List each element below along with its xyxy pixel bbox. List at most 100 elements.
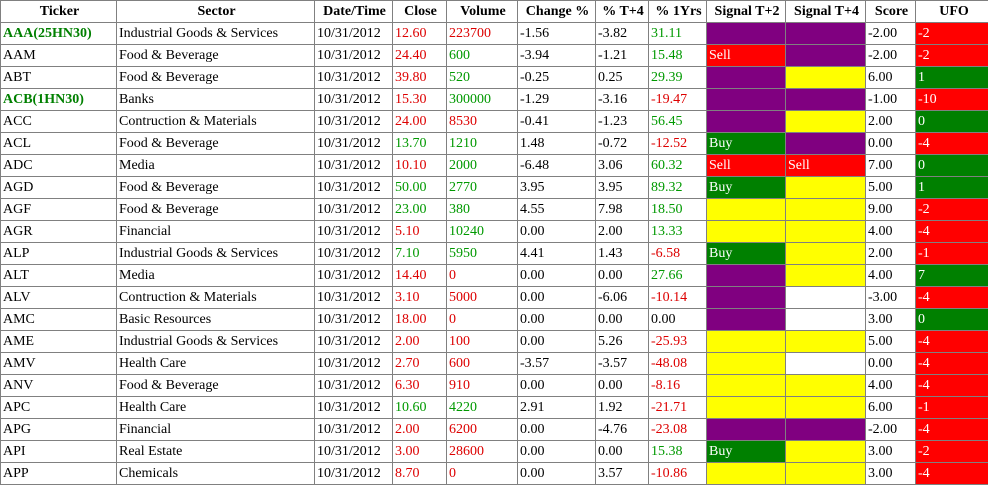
- cell-signal-t2: [706, 88, 786, 111]
- cell-change-pct: 0.00: [517, 220, 596, 243]
- cell-ticker[interactable]: ALT: [0, 264, 117, 287]
- cell-ticker[interactable]: ALP: [0, 242, 117, 265]
- cell-pct-t4: 3.06: [595, 154, 649, 177]
- cell-date-time: 10/31/2012: [314, 88, 393, 111]
- cell-pct-1yrs: 15.38: [648, 440, 707, 463]
- cell-change-pct: -3.94: [517, 44, 596, 67]
- header-pct-1yrs[interactable]: % 1Yrs: [648, 0, 707, 23]
- cell-sector: Financial: [116, 220, 315, 243]
- header-change-pct[interactable]: Change %: [517, 0, 596, 23]
- cell-ufo: -2: [915, 22, 988, 45]
- cell-volume: 10240: [446, 220, 518, 243]
- cell-ufo: -4: [915, 374, 988, 397]
- cell-close: 10.10: [392, 154, 447, 177]
- cell-ufo: -10: [915, 88, 988, 111]
- cell-ticker[interactable]: ABT: [0, 66, 117, 89]
- cell-pct-t4: 1.92: [595, 396, 649, 419]
- table-body: AAA(25HN30) Industrial Goods & Services 10…: [0, 22, 988, 485]
- cell-score: 2.00: [865, 110, 916, 133]
- cell-sector: Media: [116, 154, 315, 177]
- cell-volume: 5000: [446, 286, 518, 309]
- cell-volume: 8530: [446, 110, 518, 133]
- cell-close: 10.60: [392, 396, 447, 419]
- cell-ticker[interactable]: AMC: [0, 308, 117, 331]
- cell-pct-t4: -0.72: [595, 132, 649, 155]
- cell-ticker[interactable]: ACB(1HN30): [0, 88, 117, 111]
- cell-ufo: -2: [915, 440, 988, 463]
- cell-ufo: 0: [915, 154, 988, 177]
- cell-date-time: 10/31/2012: [314, 22, 393, 45]
- cell-close: 7.10: [392, 242, 447, 265]
- cell-signal-t4: [785, 44, 866, 67]
- cell-signal-t4: [785, 374, 866, 397]
- cell-signal-t2: [706, 110, 786, 133]
- cell-ticker[interactable]: AME: [0, 330, 117, 353]
- cell-score: -2.00: [865, 22, 916, 45]
- cell-volume: 223700: [446, 22, 518, 45]
- cell-ufo: -4: [915, 330, 988, 353]
- table-row: APC Health Care 10/31/2012 10.60 4220 2.91 1.9…: [0, 396, 988, 419]
- cell-volume: 4220: [446, 396, 518, 419]
- cell-ticker[interactable]: AMV: [0, 352, 117, 375]
- cell-close: 5.10: [392, 220, 447, 243]
- cell-ufo: -4: [915, 220, 988, 243]
- cell-ticker[interactable]: AAA(25HN30): [0, 22, 117, 45]
- cell-signal-t2: Buy: [706, 132, 786, 155]
- cell-date-time: 10/31/2012: [314, 440, 393, 463]
- cell-change-pct: -6.48: [517, 154, 596, 177]
- cell-ticker[interactable]: APG: [0, 418, 117, 441]
- cell-signal-t4: [785, 66, 866, 89]
- cell-signal-t4: [785, 418, 866, 441]
- cell-close: 24.00: [392, 110, 447, 133]
- cell-ticker[interactable]: ACC: [0, 110, 117, 133]
- header-ticker[interactable]: Ticker: [0, 0, 117, 23]
- header-volume[interactable]: Volume: [446, 0, 518, 23]
- cell-sector: Contruction & Materials: [116, 110, 315, 133]
- cell-score: -2.00: [865, 44, 916, 67]
- header-date-time[interactable]: Date/Time: [314, 0, 393, 23]
- header-signal-t4[interactable]: Signal T+4: [785, 0, 866, 23]
- cell-signal-t4: [785, 22, 866, 45]
- header-signal-t2[interactable]: Signal T+2: [706, 0, 786, 23]
- cell-date-time: 10/31/2012: [314, 176, 393, 199]
- cell-change-pct: 0.00: [517, 264, 596, 287]
- cell-date-time: 10/31/2012: [314, 220, 393, 243]
- cell-ticker[interactable]: AGD: [0, 176, 117, 199]
- cell-ticker[interactable]: ALV: [0, 286, 117, 309]
- cell-ticker[interactable]: ANV: [0, 374, 117, 397]
- table-row: ACC Contruction & Materials 10/31/2012 24.0…: [0, 110, 988, 133]
- cell-pct-t4: -4.76: [595, 418, 649, 441]
- cell-sector: Food & Beverage: [116, 198, 315, 221]
- table-row: AAA(25HN30) Industrial Goods & Services 10…: [0, 22, 988, 45]
- cell-score: 0.00: [865, 132, 916, 155]
- cell-score: 3.00: [865, 462, 916, 485]
- cell-date-time: 10/31/2012: [314, 44, 393, 67]
- cell-volume: 2000: [446, 154, 518, 177]
- header-close[interactable]: Close: [392, 0, 447, 23]
- cell-sector: Food & Beverage: [116, 44, 315, 67]
- header-ufo[interactable]: UFO: [915, 0, 988, 23]
- cell-signal-t2: [706, 396, 786, 419]
- cell-pct-1yrs: 27.66: [648, 264, 707, 287]
- cell-ticker[interactable]: API: [0, 440, 117, 463]
- cell-ticker[interactable]: AGR: [0, 220, 117, 243]
- header-pct-t4[interactable]: % T+4: [595, 0, 649, 23]
- cell-score: 3.00: [865, 308, 916, 331]
- cell-signal-t2: Buy: [706, 242, 786, 265]
- cell-close: 39.80: [392, 66, 447, 89]
- cell-sector: Chemicals: [116, 462, 315, 485]
- cell-sector: Media: [116, 264, 315, 287]
- cell-signal-t2: [706, 462, 786, 485]
- cell-signal-t2: Buy: [706, 440, 786, 463]
- header-sector[interactable]: Sector: [116, 0, 315, 23]
- cell-close: 2.00: [392, 330, 447, 353]
- cell-ticker[interactable]: AAM: [0, 44, 117, 67]
- cell-ticker[interactable]: ADC: [0, 154, 117, 177]
- cell-ticker[interactable]: APP: [0, 462, 117, 485]
- header-score[interactable]: Score: [865, 0, 916, 23]
- cell-signal-t4: [785, 330, 866, 353]
- cell-ticker[interactable]: APC: [0, 396, 117, 419]
- table-row: ALP Industrial Goods & Services 10/31/2012…: [0, 242, 988, 265]
- cell-ticker[interactable]: ACL: [0, 132, 117, 155]
- cell-ticker[interactable]: AGF: [0, 198, 117, 221]
